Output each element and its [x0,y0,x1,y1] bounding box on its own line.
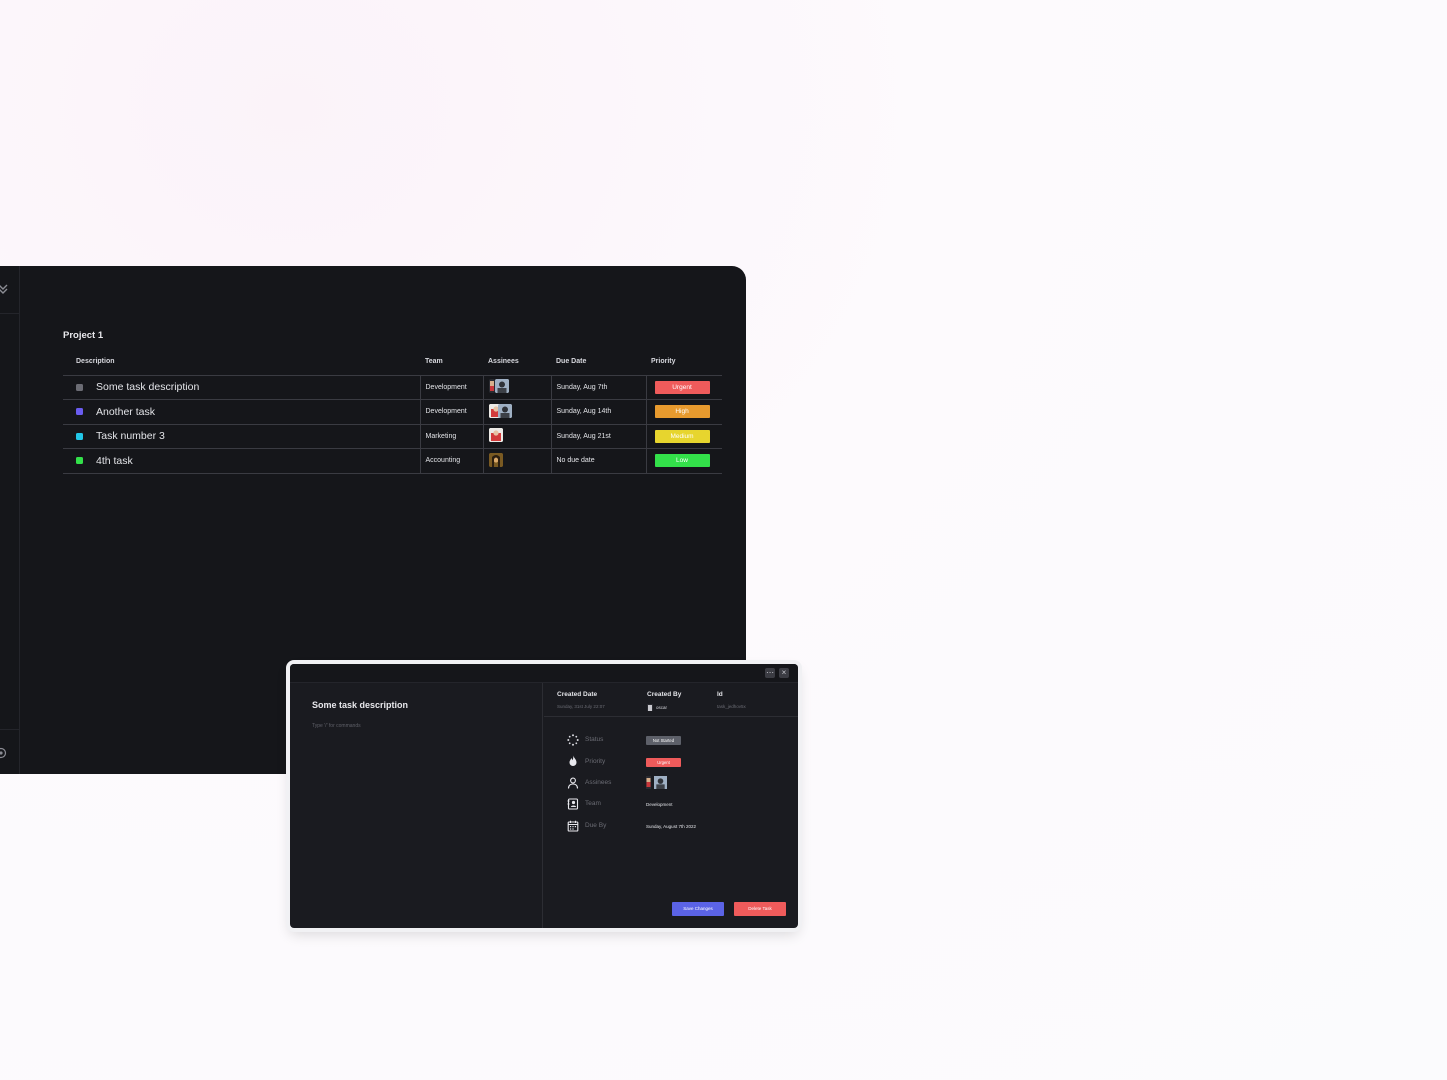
flame-icon [569,755,577,766]
team-cell[interactable]: Development [419,399,483,424]
tasks-table: Description Team Assinees Due Date Prior… [63,349,722,474]
avatar [488,428,503,443]
header-team[interactable]: Team [420,349,483,375]
priority-badge[interactable]: Urgent [646,758,681,767]
id-label: Id [717,691,723,698]
task-editor[interactable]: Some task description Type '/' for comma… [290,683,543,928]
due-date-cell[interactable]: Sunday, Aug 14th [550,399,646,424]
assignees-avatars[interactable] [646,776,667,789]
priority-cell[interactable]: Low [645,448,722,474]
avatar [494,379,509,394]
assignees-label: Assinees [585,779,612,786]
contact-book-icon [567,798,579,810]
editor-placeholder[interactable]: Type '/' for commands [312,723,361,729]
status-dot [76,383,83,391]
priority-badge[interactable]: Medium [654,429,710,443]
task-description: Some task description [96,381,200,394]
assignees-cell[interactable] [482,374,551,400]
creator-avatar [647,704,653,711]
table-row[interactable]: Some task description Development Sunday… [63,374,722,400]
priority-cell[interactable]: Urgent [645,374,722,400]
team-value[interactable]: Development [646,802,673,807]
status-dot [76,408,83,416]
due-by-label: Due By [585,822,607,829]
sidebar-divider [0,313,20,314]
assignees-cell[interactable] [482,448,551,474]
delete-task-button[interactable]: Delete Task [734,902,786,916]
priority-cell[interactable]: Medium [645,423,722,449]
close-icon[interactable]: × [779,668,789,678]
avatar [497,403,512,418]
priority-badge[interactable]: High [654,405,710,419]
id-value: task_jedhov5x [717,704,746,709]
table-row[interactable]: 4th task Accounting No due date Low [63,448,722,474]
due-by-value[interactable]: Sunday, August 7th 2022 [646,824,696,829]
task-description: Another task [96,405,155,418]
priority-label: Priority [585,758,606,765]
priority-cell[interactable]: High [645,399,722,424]
modal-task-title[interactable]: Some task description [312,700,408,710]
user-icon [567,777,579,789]
project-title: Project 1 [63,330,104,341]
status-badge[interactable]: Not Started [646,736,681,745]
due-date-cell[interactable]: No due date [550,448,646,474]
created-by-value: oscar [656,705,668,710]
priority-badge[interactable]: Low [654,454,710,468]
sidebar-divider [0,729,20,730]
avatar [646,776,651,789]
team-label: Team [585,800,601,807]
status-label: Status [585,736,604,743]
task-description: Task number 3 [96,430,165,443]
team-cell[interactable]: Development [419,374,483,400]
table-header-row: Description Team Assinees Due Date Prior… [63,349,722,375]
created-date-value: Sunday, 31st July 22:07 [557,704,605,709]
header-description[interactable]: Description [63,349,420,375]
assignees-cell[interactable] [482,399,551,424]
avatar [488,379,495,394]
task-description-cell[interactable]: 4th task [63,448,420,474]
minimize-icon[interactable]: ⋯ [765,668,775,678]
avatar [654,776,667,789]
meta-divider [544,716,798,717]
task-properties-panel: Created Date Sunday, 31st July 22:07 Cre… [544,683,798,928]
task-description-cell[interactable]: Another task [63,399,420,424]
avatar [488,452,503,467]
priority-badge[interactable]: Urgent [654,380,710,394]
table-row[interactable]: Task number 3 Marketing Sunday, Aug 21st… [63,423,722,449]
team-cell[interactable]: Accounting [419,448,483,474]
due-date-cell[interactable]: Sunday, Aug 7th [550,374,646,400]
header-due-date[interactable]: Due Date [551,349,646,375]
status-dot [76,432,83,440]
table-row[interactable]: Another task Development Sunday, Aug 14t… [63,399,722,424]
modal-titlebar: ⋯ × [290,664,798,683]
header-assignees[interactable]: Assinees [483,349,551,375]
task-detail-modal: ⋯ × Some task description Type '/' for c… [290,664,798,928]
task-description-cell[interactable]: Task number 3 [63,423,420,449]
due-date-cell[interactable]: Sunday, Aug 21st [550,423,646,449]
assignees-cell[interactable] [482,423,551,449]
created-date-label: Created Date [557,691,598,698]
created-by-row: oscar [647,704,667,711]
save-changes-button[interactable]: Save Changes [672,902,724,916]
sidebar [0,266,20,774]
chevrons-down-icon[interactable] [0,282,10,296]
status-dot [76,457,83,465]
created-by-label: Created By [647,691,682,698]
status-loader-icon [567,734,579,746]
calendar-icon [567,820,579,832]
task-description: 4th task [96,454,133,467]
header-priority[interactable]: Priority [646,349,722,375]
settings-icon[interactable] [0,747,7,759]
task-description-cell[interactable]: Some task description [63,374,420,400]
team-cell[interactable]: Marketing [419,423,483,449]
